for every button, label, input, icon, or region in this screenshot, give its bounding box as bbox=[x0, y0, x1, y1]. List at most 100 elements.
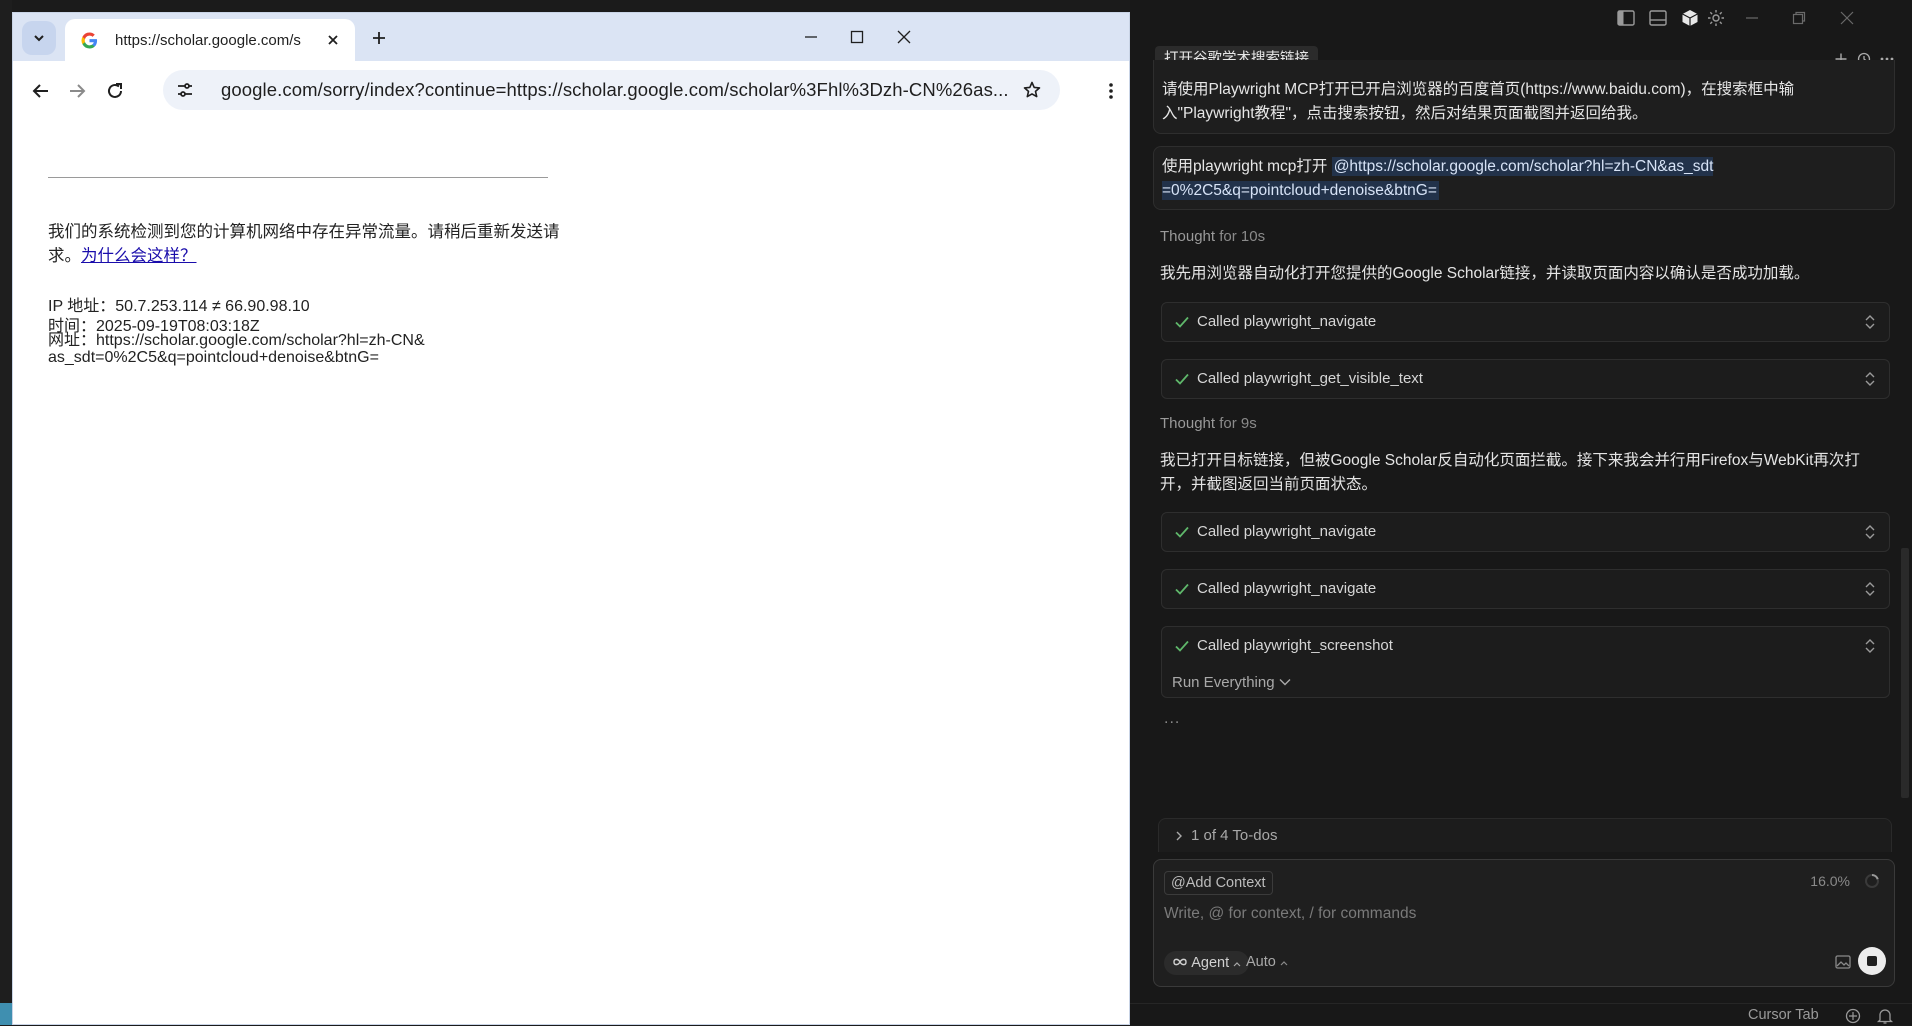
user-message[interactable]: 请使用Playwright MCP打开已开启浏览器的百度首页(https://w… bbox=[1153, 60, 1895, 134]
thought-indicator[interactable]: Thought for 9s bbox=[1160, 415, 1257, 432]
model-selector[interactable]: Auto bbox=[1246, 954, 1288, 970]
activity-indicator bbox=[0, 1003, 12, 1025]
toggle-panel-button[interactable] bbox=[1646, 6, 1670, 30]
check-icon bbox=[1175, 316, 1189, 328]
copilot-icon[interactable] bbox=[1844, 1007, 1862, 1025]
chevron-right-icon bbox=[1176, 831, 1182, 841]
editor-left-edge bbox=[0, 0, 12, 1025]
context-usage: 16.0% bbox=[1810, 873, 1850, 889]
tab-close-button[interactable] bbox=[321, 28, 345, 52]
user-message-prefix: 使用playwright mcp打开 bbox=[1162, 158, 1332, 175]
back-button[interactable] bbox=[27, 77, 55, 105]
infinity-icon bbox=[1173, 958, 1187, 966]
add-context-label: Add Context bbox=[1185, 875, 1266, 891]
star-icon bbox=[1023, 81, 1041, 98]
todos-toggle[interactable]: 1 of 4 To-dos bbox=[1158, 818, 1892, 852]
thought-label: Thought bbox=[1160, 415, 1216, 432]
url-line: 网址：https://scholar.google.com/scholar?hl… bbox=[48, 332, 425, 366]
run-everything-label: Run Everything bbox=[1172, 674, 1275, 691]
thought-indicator[interactable]: Thought for 10s bbox=[1160, 228, 1265, 245]
tool-call-label: Called playwright_navigate bbox=[1197, 523, 1377, 540]
add-context-button[interactable]: @Add Context bbox=[1164, 871, 1273, 895]
forward-button[interactable] bbox=[63, 77, 91, 105]
tool-call-item[interactable]: Called playwright_screenshot Run Everyth… bbox=[1161, 626, 1890, 698]
close-icon bbox=[897, 30, 911, 44]
mode-selector[interactable]: Agent bbox=[1164, 951, 1250, 975]
gear-icon bbox=[1708, 10, 1724, 26]
maximize-button[interactable] bbox=[843, 25, 871, 49]
cursor-chat-panel: 打开谷歌学术搜索链接 请使用Playwright MCP打开已开启浏览器的百度首… bbox=[1130, 0, 1912, 1025]
todos-label: 1 of 4 To-dos bbox=[1191, 827, 1278, 844]
stop-icon bbox=[1867, 956, 1877, 966]
more-vertical-icon bbox=[1109, 83, 1113, 99]
chevron-down-icon bbox=[1279, 679, 1291, 686]
image-icon[interactable] bbox=[1834, 953, 1852, 971]
context-usage-ring-icon bbox=[1865, 874, 1879, 888]
toggle-sidebar-button[interactable] bbox=[1614, 6, 1638, 30]
plus-icon bbox=[373, 32, 385, 44]
reload-icon bbox=[108, 83, 122, 98]
assistant-message: 我已打开目标链接，但被Google Scholar反自动化页面拦截。接下来我会并… bbox=[1160, 452, 1860, 493]
thought-label: Thought bbox=[1160, 228, 1216, 245]
check-icon bbox=[1175, 373, 1189, 385]
tool-call-item[interactable]: Called playwright_get_visible_text bbox=[1161, 359, 1890, 399]
cube-icon bbox=[1682, 10, 1698, 26]
new-tab-button[interactable] bbox=[367, 26, 391, 50]
chevron-up-icon bbox=[1280, 961, 1288, 966]
tool-call-item[interactable]: Called playwright_navigate bbox=[1161, 302, 1890, 342]
browser-window: https://scholar.google.com/s google.com/… bbox=[12, 12, 1130, 1025]
chat-input[interactable]: Write, @ for context, / for commands bbox=[1164, 905, 1416, 923]
tool-call-label: Called playwright_navigate bbox=[1197, 313, 1377, 330]
arrow-left-icon bbox=[32, 84, 48, 98]
reload-button[interactable] bbox=[101, 77, 129, 105]
url-text[interactable]: google.com/sorry/index?continue=https://… bbox=[221, 79, 1011, 101]
maximize-icon bbox=[850, 30, 864, 44]
bell-icon[interactable] bbox=[1876, 1007, 1894, 1025]
minimize-icon bbox=[1746, 17, 1758, 19]
expand-collapse-icon bbox=[1865, 582, 1875, 596]
thought-duration: for 9s bbox=[1219, 415, 1257, 432]
status-bar: Cursor Tab bbox=[1130, 1003, 1912, 1026]
chat-scrollbar[interactable] bbox=[1901, 548, 1909, 798]
chevron-down-icon bbox=[34, 35, 44, 42]
site-info-button[interactable] bbox=[171, 76, 199, 104]
chat-composer: @Add Context 16.0% Write, @ for context,… bbox=[1153, 859, 1895, 987]
tab-strip: https://scholar.google.com/s bbox=[13, 13, 1129, 61]
chevron-up-icon bbox=[1233, 962, 1241, 967]
restore-button[interactable] bbox=[1787, 6, 1811, 30]
minimize-button[interactable] bbox=[797, 25, 825, 49]
tool-call-label: Called playwright_screenshot bbox=[1197, 637, 1393, 654]
window-close-button[interactable] bbox=[1835, 6, 1859, 30]
chrome-menu-button[interactable] bbox=[1097, 77, 1125, 105]
check-icon bbox=[1175, 583, 1189, 595]
check-icon bbox=[1175, 526, 1189, 538]
cursor-logo-button[interactable] bbox=[1678, 6, 1702, 30]
address-bar[interactable]: google.com/sorry/index?continue=https://… bbox=[163, 70, 1060, 110]
browser-tab[interactable]: https://scholar.google.com/s bbox=[65, 19, 355, 61]
run-everything-dropdown[interactable]: Run Everything bbox=[1172, 674, 1291, 691]
cursor-tab-status[interactable]: Cursor Tab bbox=[1748, 1007, 1819, 1023]
google-icon bbox=[81, 32, 98, 49]
expand-collapse-icon bbox=[1865, 372, 1875, 386]
tool-call-label: Called playwright_get_visible_text bbox=[1197, 370, 1423, 387]
generating-indicator: ... bbox=[1164, 710, 1181, 727]
close-icon bbox=[1840, 11, 1854, 25]
tune-icon bbox=[178, 83, 192, 97]
minimize-button[interactable] bbox=[1740, 6, 1764, 30]
tab-search-button[interactable] bbox=[22, 21, 56, 55]
assistant-message: 我先用浏览器自动化打开您提供的Google Scholar链接，并读取页面内容以… bbox=[1160, 265, 1810, 282]
panel-icon bbox=[1649, 10, 1667, 26]
tool-call-item[interactable]: Called playwright_navigate bbox=[1161, 569, 1890, 609]
thought-duration: for 10s bbox=[1219, 228, 1266, 245]
bookmark-button[interactable] bbox=[1018, 76, 1046, 104]
window-close-button[interactable] bbox=[890, 25, 918, 49]
user-message-text: 使用playwright mcp打开 @https://scholar.goog… bbox=[1162, 155, 1714, 203]
stop-generation-button[interactable] bbox=[1858, 947, 1886, 975]
expand-collapse-icon bbox=[1865, 525, 1875, 539]
why-link[interactable]: 为什么会这样？ bbox=[81, 247, 197, 265]
settings-button[interactable] bbox=[1704, 6, 1728, 30]
tool-call-item[interactable]: Called playwright_navigate bbox=[1161, 512, 1890, 552]
expand-collapse-icon bbox=[1865, 315, 1875, 329]
model-label: Auto bbox=[1246, 954, 1276, 970]
user-message[interactable]: 使用playwright mcp打开 @https://scholar.goog… bbox=[1153, 146, 1895, 210]
